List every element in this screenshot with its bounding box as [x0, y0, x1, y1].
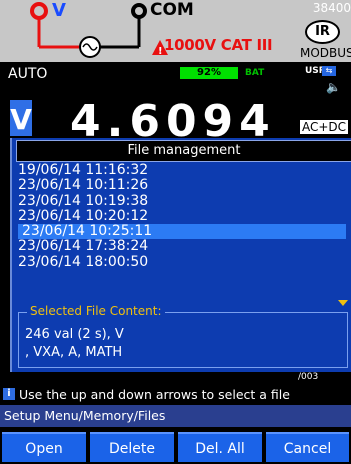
delete-button[interactable]: Delete	[90, 432, 174, 462]
category-rating: 1000V CAT III	[164, 36, 273, 54]
file-item-selected[interactable]: 23/06/14 10:25:11	[18, 223, 346, 240]
content-heading: Selected File Content:	[27, 304, 165, 318]
com-terminal-label: COM	[150, 0, 194, 20]
measurement-value: 4.6094	[70, 96, 276, 147]
multimeter-screen: ! V COM 1000V CAT III 38400 IR MODBUS AU…	[0, 0, 351, 464]
status-bar: AUTO 92% BAT USR ⇆ 🔈	[0, 62, 351, 94]
open-button[interactable]: Open	[2, 432, 86, 462]
hidden-readout: /003	[298, 372, 319, 382]
terminal-diagram: ! V COM 1000V CAT III 38400 IR MODBUS	[0, 0, 351, 62]
help-line: i Use the up and down arrows to select a…	[0, 384, 351, 404]
speaker-icon: 🔈	[326, 80, 341, 94]
ir-icon: IR	[305, 20, 340, 44]
file-item[interactable]: 23/06/14 10:19:38	[12, 193, 351, 209]
help-text: Use the up and down arrows to select a f…	[19, 387, 290, 402]
baud-rate: 38400	[312, 1, 351, 15]
breadcrumb-text: Setup Menu/Memory/Files	[4, 408, 166, 423]
file-item[interactable]: 23/06/14 18:00:50	[12, 254, 351, 270]
file-item[interactable]: 23/06/14 17:38:24	[12, 239, 351, 255]
breadcrumb: Setup Menu/Memory/Files	[0, 405, 351, 427]
softkey-bar: Open Delete Del. All Cancel	[0, 430, 351, 464]
delete-all-button[interactable]: Del. All	[178, 432, 262, 462]
file-item[interactable]: 23/06/14 10:11:26	[12, 177, 351, 193]
cancel-button[interactable]: Cancel	[266, 432, 349, 462]
unit-badge: V	[10, 100, 32, 136]
battery-label: BAT	[245, 68, 265, 78]
modbus-label: MODBUS	[300, 46, 351, 60]
content-line: , VXA, A, MATH	[25, 345, 123, 360]
v-terminal-label: V	[52, 0, 66, 21]
info-icon: i	[3, 388, 15, 400]
dialog-title: File management	[16, 140, 351, 162]
file-item[interactable]: 19/06/14 11:16:32	[12, 162, 351, 178]
file-item[interactable]: 23/06/14 10:20:12	[12, 208, 351, 224]
selected-file-content: Selected File Content: 246 val (2 s), V …	[18, 304, 348, 368]
usb-icon: ⇆	[322, 66, 336, 76]
svg-text:!: !	[158, 46, 163, 57]
scroll-down-icon[interactable]	[338, 300, 348, 306]
range-mode: AUTO	[8, 66, 48, 82]
battery-icon: 92%	[180, 67, 238, 79]
content-line: 246 val (2 s), V	[25, 327, 124, 342]
file-list[interactable]: 19/06/14 11:16:32 23/06/14 10:11:26 23/0…	[12, 162, 351, 270]
coupling-label: AC+DC	[300, 120, 349, 134]
file-management-dialog: File management 19/06/14 11:16:32 23/06/…	[10, 138, 351, 372]
